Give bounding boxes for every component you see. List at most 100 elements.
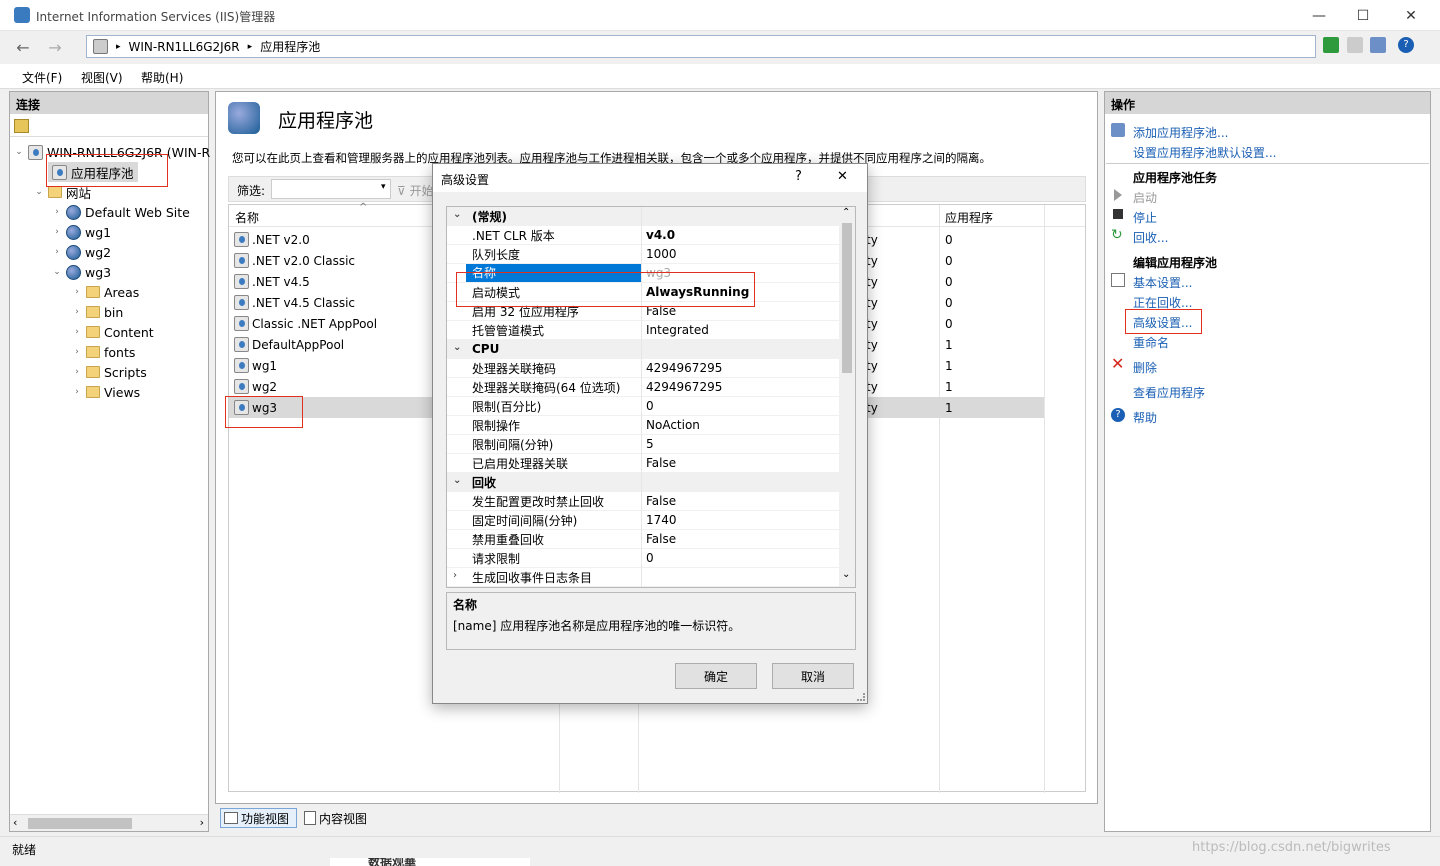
chevron-down-icon[interactable]: ⌄ xyxy=(52,267,62,277)
tree-folder[interactable]: › Content xyxy=(72,322,154,342)
forward-button[interactable]: → xyxy=(42,35,68,59)
property-category[interactable]: ⌄ 回收 xyxy=(447,473,839,492)
tree-folder[interactable]: › Views xyxy=(72,382,140,402)
property-value[interactable]: 0 xyxy=(646,551,654,565)
tab-features-view[interactable]: 功能视图 xyxy=(220,808,297,828)
tree-site[interactable]: › wg1 xyxy=(52,222,111,242)
chevron-right-icon[interactable]: › xyxy=(52,207,62,217)
chevron-right-icon[interactable]: › xyxy=(72,287,82,297)
scroll-left-arrow[interactable]: ‹ xyxy=(13,816,17,829)
property-value[interactable]: 1740 xyxy=(646,513,677,527)
chevron-down-icon[interactable]: ⌄ xyxy=(14,147,24,157)
ok-button[interactable]: 确定 xyxy=(675,663,757,689)
close-window-button[interactable]: ✕ xyxy=(1388,0,1434,31)
breadcrumb-server[interactable]: WIN-RN1LL6G2J6R xyxy=(129,40,240,54)
property-value[interactable]: NoAction xyxy=(646,418,700,432)
cancel-button[interactable]: 取消 xyxy=(772,663,854,689)
chevron-right-icon[interactable]: › xyxy=(52,247,62,257)
property-value[interactable]: 4294967295 xyxy=(646,361,722,375)
property-value[interactable]: 1000 xyxy=(646,247,677,261)
property-category[interactable]: ⌄ (常规) xyxy=(447,207,839,226)
tree-site[interactable]: › wg2 xyxy=(52,242,111,262)
chevron-down-icon[interactable]: ⌄ xyxy=(34,187,44,197)
back-button[interactable]: ← xyxy=(10,35,36,59)
tree-folder[interactable]: › Scripts xyxy=(72,362,147,382)
tree-site[interactable]: ⌄ wg3 xyxy=(52,262,111,282)
new-connection-icon[interactable] xyxy=(14,119,29,133)
scroll-up-arrow[interactable]: ⌃ xyxy=(842,207,850,218)
action-view-apps[interactable]: 查看应用程序 xyxy=(1133,384,1205,401)
home-icon[interactable] xyxy=(1370,37,1386,53)
action-basic-settings[interactable]: 基本设置... xyxy=(1133,274,1192,291)
property-category[interactable]: ⌄ CPU xyxy=(447,340,839,359)
vertical-scrollbar[interactable]: ⌃ ⌄ xyxy=(839,207,855,587)
property-row[interactable]: 限制间隔(分钟) 5 xyxy=(447,435,839,454)
action-add-pool[interactable]: 添加应用程序池... xyxy=(1133,124,1228,141)
minimize-button[interactable]: — xyxy=(1296,0,1342,31)
action-delete[interactable]: 删除 xyxy=(1133,359,1157,376)
scrollbar-thumb[interactable] xyxy=(842,223,852,373)
resize-grip-icon[interactable] xyxy=(857,693,865,701)
property-row[interactable]: 请求限制 0 xyxy=(447,549,839,568)
property-value[interactable]: v4.0 xyxy=(646,228,675,242)
dialog-help-button[interactable]: ? xyxy=(795,169,802,184)
chevron-right-icon[interactable]: › xyxy=(72,347,82,357)
property-row[interactable]: 固定时间间隔(分钟) 1740 xyxy=(447,511,839,530)
tree-folder[interactable]: › Areas xyxy=(72,282,139,302)
dialog-close-button[interactable]: ✕ xyxy=(837,169,848,184)
chevron-right-icon[interactable]: › xyxy=(453,570,457,581)
col-apps-header[interactable]: 应用程序 xyxy=(945,209,993,226)
menu-file[interactable]: 文件(F) xyxy=(22,69,62,86)
chevron-down-icon[interactable]: ⌄ xyxy=(453,475,461,486)
chevron-down-icon[interactable]: ⌄ xyxy=(453,209,461,220)
start-filter-button[interactable]: ⊽ 开始 xyxy=(397,182,434,199)
chevron-right-icon[interactable]: › xyxy=(52,227,62,237)
action-stop[interactable]: 停止 xyxy=(1133,209,1157,226)
refresh-icon[interactable] xyxy=(1323,37,1339,53)
chevron-right-icon[interactable]: › xyxy=(72,367,82,377)
tree-folder[interactable]: › bin xyxy=(72,302,123,322)
action-rename[interactable]: 重命名 xyxy=(1133,334,1169,351)
property-row[interactable]: 处理器关联掩码(64 位选项) 4294967295 xyxy=(447,378,839,397)
filter-dropdown-icon[interactable]: ▾ xyxy=(381,182,386,192)
property-value[interactable]: 0 xyxy=(646,399,654,413)
action-help[interactable]: 帮助 xyxy=(1133,409,1157,426)
action-set-defaults[interactable]: 设置应用程序池默认设置... xyxy=(1133,144,1276,161)
property-value[interactable]: Integrated xyxy=(646,323,709,337)
property-row[interactable]: 禁用重叠回收 False xyxy=(447,530,839,549)
menu-help[interactable]: 帮助(H) xyxy=(141,69,183,86)
property-row[interactable]: .NET CLR 版本 v4.0 xyxy=(447,226,839,245)
scroll-right-arrow[interactable]: › xyxy=(200,816,204,829)
action-recycle[interactable]: 回收... xyxy=(1133,229,1168,246)
filter-input[interactable] xyxy=(271,179,391,199)
scroll-down-arrow[interactable]: ⌄ xyxy=(842,569,850,580)
property-value[interactable]: 5 xyxy=(646,437,654,451)
breadcrumb-apppools[interactable]: 应用程序池 xyxy=(260,38,320,55)
property-row[interactable]: 发生配置更改时禁止回收 False xyxy=(447,492,839,511)
chevron-right-icon[interactable]: › xyxy=(72,327,82,337)
property-row[interactable]: 限制操作 NoAction xyxy=(447,416,839,435)
tab-content-view[interactable]: 内容视图 xyxy=(301,808,371,828)
tree-folder[interactable]: › fonts xyxy=(72,342,135,362)
chevron-right-icon[interactable]: › xyxy=(72,387,82,397)
horizontal-scrollbar[interactable]: ‹ › xyxy=(10,814,208,831)
menu-view[interactable]: 视图(V) xyxy=(81,69,123,86)
property-row[interactable]: 限制(百分比) 0 xyxy=(447,397,839,416)
property-value[interactable]: 4294967295 xyxy=(646,380,722,394)
property-row[interactable]: 处理器关联掩码 4294967295 xyxy=(447,359,839,378)
property-row[interactable]: 已启用处理器关联 False xyxy=(447,454,839,473)
property-value[interactable]: False xyxy=(646,532,676,546)
col-name-header[interactable]: 名称 xyxy=(235,209,259,226)
chevron-down-icon[interactable]: ⌄ xyxy=(453,342,461,353)
tree-site[interactable]: › Default Web Site xyxy=(52,202,190,222)
chevron-right-icon[interactable]: › xyxy=(72,307,82,317)
property-value[interactable]: False xyxy=(646,494,676,508)
action-start[interactable]: 启动 xyxy=(1133,189,1157,206)
maximize-button[interactable]: ☐ xyxy=(1340,0,1386,31)
property-value[interactable]: False xyxy=(646,456,676,470)
property-row[interactable]: 托管管道模式 Integrated xyxy=(447,321,839,340)
property-row[interactable]: › 生成回收事件日志条目 xyxy=(447,568,839,587)
property-row[interactable]: 队列长度 1000 xyxy=(447,245,839,264)
breadcrumb[interactable]: ▸ WIN-RN1LL6G2J6R ▸ 应用程序池 xyxy=(86,35,1316,58)
stop-icon[interactable] xyxy=(1347,37,1363,53)
